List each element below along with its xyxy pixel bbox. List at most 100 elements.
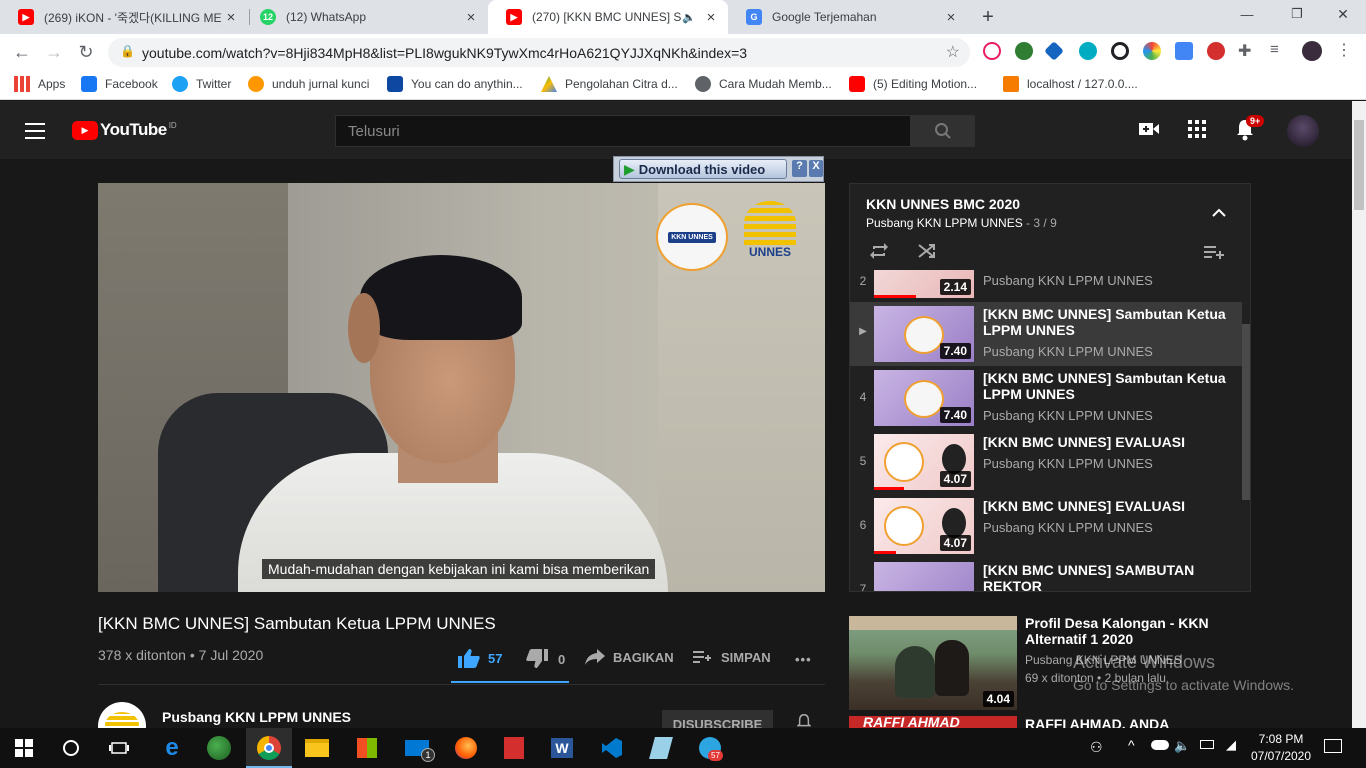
apps-grid-icon[interactable] — [1188, 120, 1206, 138]
puzzle-extensions-icon[interactable]: ✚ — [1238, 41, 1251, 61]
download-video-button[interactable]: ▶ Download this video — [619, 159, 787, 179]
more-actions-button[interactable]: ••• — [795, 652, 812, 667]
close-window-button[interactable]: ✕ — [1328, 6, 1358, 23]
save-button[interactable]: SIMPAN — [693, 649, 771, 665]
word-icon[interactable]: W — [546, 732, 578, 764]
bookmark-unduh-jurnal[interactable]: unduh jurnal kunci — [248, 76, 369, 92]
playlist-item-channel: Pusbang KKN LPPM UNNES — [983, 408, 1153, 423]
edge-icon[interactable]: e — [156, 732, 188, 764]
user-avatar[interactable] — [1287, 115, 1319, 147]
search-button[interactable] — [910, 115, 975, 147]
bookmark-editing-motion[interactable]: (5) Editing Motion... — [849, 76, 977, 92]
shuffle-icon[interactable] — [918, 243, 936, 264]
maximize-button[interactable]: ❐ — [1282, 6, 1312, 22]
url-text[interactable]: youtube.com/watch?v=8Hji834MpH8&list=PLI… — [142, 45, 747, 61]
volume-icon[interactable]: 🔈 — [1174, 738, 1190, 754]
network-icon[interactable]: ◢ — [1226, 737, 1236, 753]
hamburger-menu-icon[interactable] — [25, 123, 45, 139]
save-playlist-icon[interactable] — [1204, 244, 1224, 265]
related-video-title[interactable]: RAFFI AHMAD, ANDA — [1025, 716, 1169, 728]
globe-extension-icon[interactable] — [1015, 42, 1033, 60]
bookmark-twitter[interactable]: Twitter — [172, 76, 231, 92]
youtube-logo[interactable]: ▶ YouTube ID — [72, 120, 177, 140]
firefox-icon[interactable] — [450, 732, 482, 764]
playlist-item-active[interactable]: ▶ 7.40 [KKN BMC UNNES] Sambutan Ketua LP… — [850, 302, 1242, 366]
onedrive-icon[interactable] — [1151, 740, 1169, 750]
share-button[interactable]: BAGIKAN — [585, 649, 674, 665]
people-icon[interactable]: ⚇ — [1090, 739, 1103, 756]
page-scrollbar-thumb[interactable] — [1354, 120, 1364, 210]
playlist-item[interactable]: 6 4.07 [KKN BMC UNNES] EVALUASI Pusbang … — [850, 494, 1242, 558]
minimize-button[interactable]: — — [1232, 7, 1262, 22]
record-extension-icon[interactable] — [1207, 42, 1225, 60]
profile-avatar[interactable] — [1302, 41, 1322, 61]
sync-extension-icon[interactable] — [1111, 42, 1129, 60]
bookmark-star-icon[interactable]: ☆ — [946, 42, 960, 62]
address-bar[interactable]: 🔒 youtube.com/watch?v=8Hji834MpH8&list=P… — [108, 38, 970, 67]
bookmark-you-can-do[interactable]: You can do anythin... — [387, 76, 523, 92]
clock-date[interactable]: 07/07/2020 — [1248, 749, 1314, 763]
file-explorer-icon[interactable] — [301, 732, 333, 764]
playlist-item[interactable]: 4 7.40 [KKN BMC UNNES] Sambutan Ketua LP… — [850, 366, 1242, 430]
tab-google-translate[interactable]: G Google Terjemahan × — [728, 0, 968, 34]
chrome-taskbar-active[interactable] — [246, 728, 292, 768]
back-icon[interactable]: ← — [8, 34, 36, 70]
related-video-thumbnail[interactable]: RAFFI AHMAD — [849, 716, 1017, 728]
playlist-item[interactable]: 2 2.14 Pusbang KKN LPPM UNNES — [850, 270, 1242, 302]
bookmark-pengolahan-citra[interactable]: Pengolahan Citra d... — [541, 76, 678, 92]
search-icon[interactable] — [55, 732, 87, 764]
create-video-icon[interactable] — [1139, 121, 1159, 142]
close-banner-button[interactable]: X — [809, 160, 823, 177]
close-tab-icon[interactable]: × — [942, 9, 960, 26]
channel-name[interactable]: Pusbang KKN LPPM UNNES — [162, 709, 351, 725]
bookmark-cara-mudah[interactable]: Cara Mudah Memb... — [695, 76, 832, 92]
new-tab-button[interactable]: + — [976, 5, 1000, 29]
reload-icon[interactable]: ↻ — [72, 34, 100, 70]
gear-extension-icon[interactable] — [1079, 42, 1097, 60]
windows-start-icon[interactable] — [8, 732, 40, 764]
media-control-icon[interactable]: ≡ — [1270, 41, 1279, 58]
playlist-title[interactable]: KKN UNNES BMC 2020 — [866, 196, 1020, 212]
bookmark-facebook[interactable]: Facebook — [81, 76, 158, 92]
help-button[interactable]: ? — [792, 160, 807, 177]
clock-time[interactable]: 7:08 PM — [1248, 732, 1314, 746]
heart-extension-icon[interactable] — [983, 42, 1001, 60]
gem-extension-icon[interactable] — [1044, 41, 1064, 61]
like-button[interactable]: 57 — [458, 648, 502, 668]
tab-ikon[interactable]: ▶ (269) iKON - '죽겠다(KILLING ME)' × — [0, 0, 248, 34]
playlist-item[interactable]: 5 4.07 [KKN BMC UNNES] EVALUASI Pusbang … — [850, 430, 1242, 494]
search-placeholder: Telusuri — [348, 123, 400, 140]
color-extension-icon[interactable] — [1143, 42, 1161, 60]
dislike-button[interactable]: 0 — [526, 649, 565, 669]
playlist-owner[interactable]: Pusbang KKN LPPM UNNES — [866, 216, 1023, 230]
loop-icon[interactable] — [870, 243, 888, 264]
show-hidden-icons-icon[interactable]: ^ — [1128, 737, 1135, 753]
bookmark-localhost[interactable]: localhost / 127.0.0.... — [1003, 76, 1138, 92]
speaker-icon[interactable]: 🔈 — [682, 11, 696, 24]
playlist-scrollbar[interactable] — [1242, 324, 1250, 500]
related-video-title[interactable]: Profil Desa Kalongan - KKN Alternatif 1 … — [1025, 615, 1225, 647]
search-input[interactable]: Telusuri — [335, 115, 911, 147]
related-video-thumbnail[interactable]: 4.04 — [849, 616, 1017, 710]
bookmark-apps[interactable]: Apps — [14, 76, 65, 92]
task-view-icon[interactable] — [103, 732, 135, 764]
close-tab-icon[interactable]: × — [462, 9, 480, 26]
notepad-icon[interactable] — [645, 732, 677, 764]
tab-whatsapp[interactable]: 12 (12) WhatsApp × — [242, 0, 488, 34]
tab-active-video[interactable]: ▶ (270) [KKN BMC UNNES] San 🔈 × — [488, 0, 728, 34]
battery-icon[interactable] — [1200, 740, 1214, 749]
acrobat-icon[interactable] — [498, 732, 530, 764]
close-tab-icon[interactable]: × — [702, 9, 720, 26]
globe-app-icon[interactable] — [203, 732, 235, 764]
chrome-menu-icon[interactable]: ⋮ — [1336, 40, 1352, 60]
close-tab-icon[interactable]: × — [222, 9, 240, 26]
bookmark-label: Pengolahan Citra d... — [565, 77, 678, 91]
vscode-icon[interactable] — [596, 732, 628, 764]
forward-icon[interactable]: → — [40, 34, 68, 70]
playlist-item[interactable]: 7 [KKN BMC UNNES] SAMBUTAN REKTOR — [850, 558, 1242, 591]
translate-extension-icon[interactable] — [1175, 42, 1193, 60]
collapse-playlist-icon[interactable] — [1212, 205, 1226, 221]
video-player[interactable]: KKN UNNES UNNES Mudah-mudahan dengan keb… — [98, 183, 825, 592]
store-icon[interactable] — [351, 732, 383, 764]
action-center-icon[interactable] — [1324, 739, 1342, 753]
